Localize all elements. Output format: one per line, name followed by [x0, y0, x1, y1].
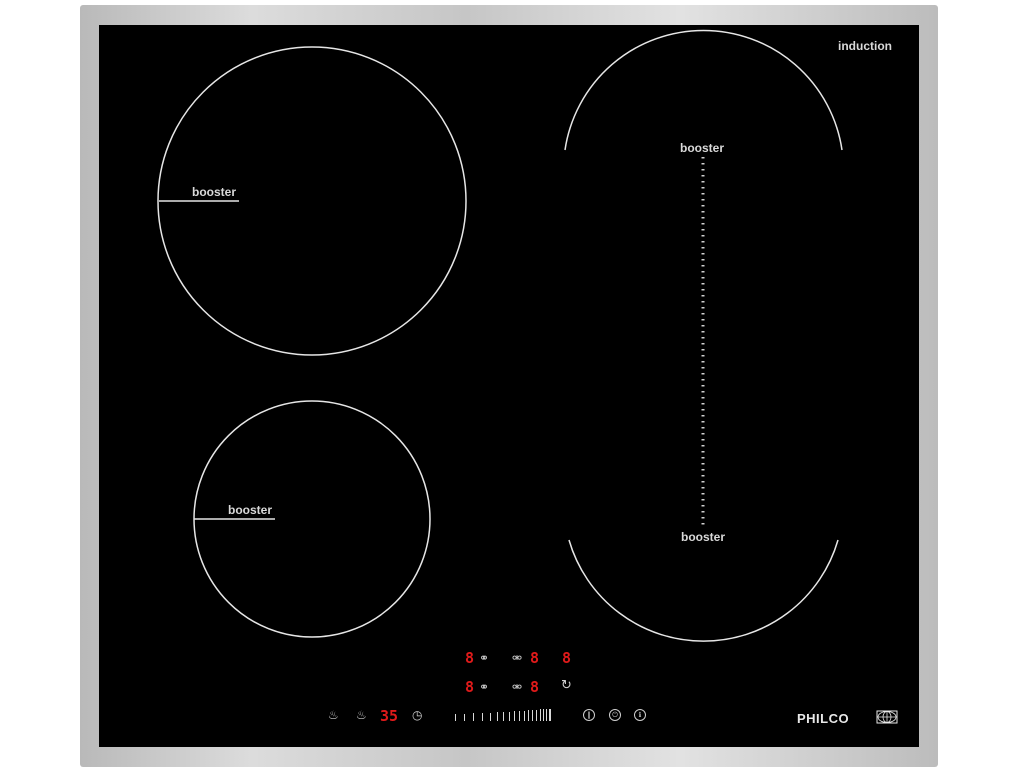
cycle-icon[interactable]: ↻: [561, 679, 572, 692]
zone-display-5: 8: [530, 678, 540, 696]
pause-icon[interactable]: ‖: [583, 709, 595, 721]
zone-right-top-arc: [564, 29, 843, 151]
bridge-icon-2[interactable]: ⚮: [512, 681, 522, 693]
pot-icon[interactable]: ♨: [356, 709, 367, 721]
booster-label-rear-left[interactable]: booster: [192, 185, 236, 199]
zone-display-3: 8: [562, 649, 572, 667]
timer-display: 35: [380, 707, 399, 725]
zone-display-4: 8: [465, 678, 475, 696]
power-icon[interactable]: ⏻: [609, 709, 621, 721]
booster-label-right-bottom[interactable]: booster: [681, 530, 725, 544]
keep-warm-icon[interactable]: ♨: [328, 709, 339, 721]
clock-icon[interactable]: ◷: [412, 709, 422, 721]
bridge-icon[interactable]: ⚮: [512, 652, 522, 664]
zone-display-2: 8: [530, 649, 540, 667]
flex-zone-icon[interactable]: ⚭: [479, 652, 489, 664]
globe-logo-icon: [876, 710, 898, 724]
lock-icon[interactable]: ℹ: [634, 709, 646, 721]
zone-display-1: 8: [465, 649, 475, 667]
brand-logo-text: PHILCO: [797, 711, 850, 726]
power-slider[interactable]: [455, 709, 555, 721]
booster-label-front-left[interactable]: booster: [228, 503, 272, 517]
induction-label: induction: [838, 39, 892, 53]
zone-right-bottom-arc: [568, 539, 839, 642]
booster-label-right-top[interactable]: booster: [680, 141, 724, 155]
flex-zone-icon-2[interactable]: ⚭: [479, 681, 489, 693]
